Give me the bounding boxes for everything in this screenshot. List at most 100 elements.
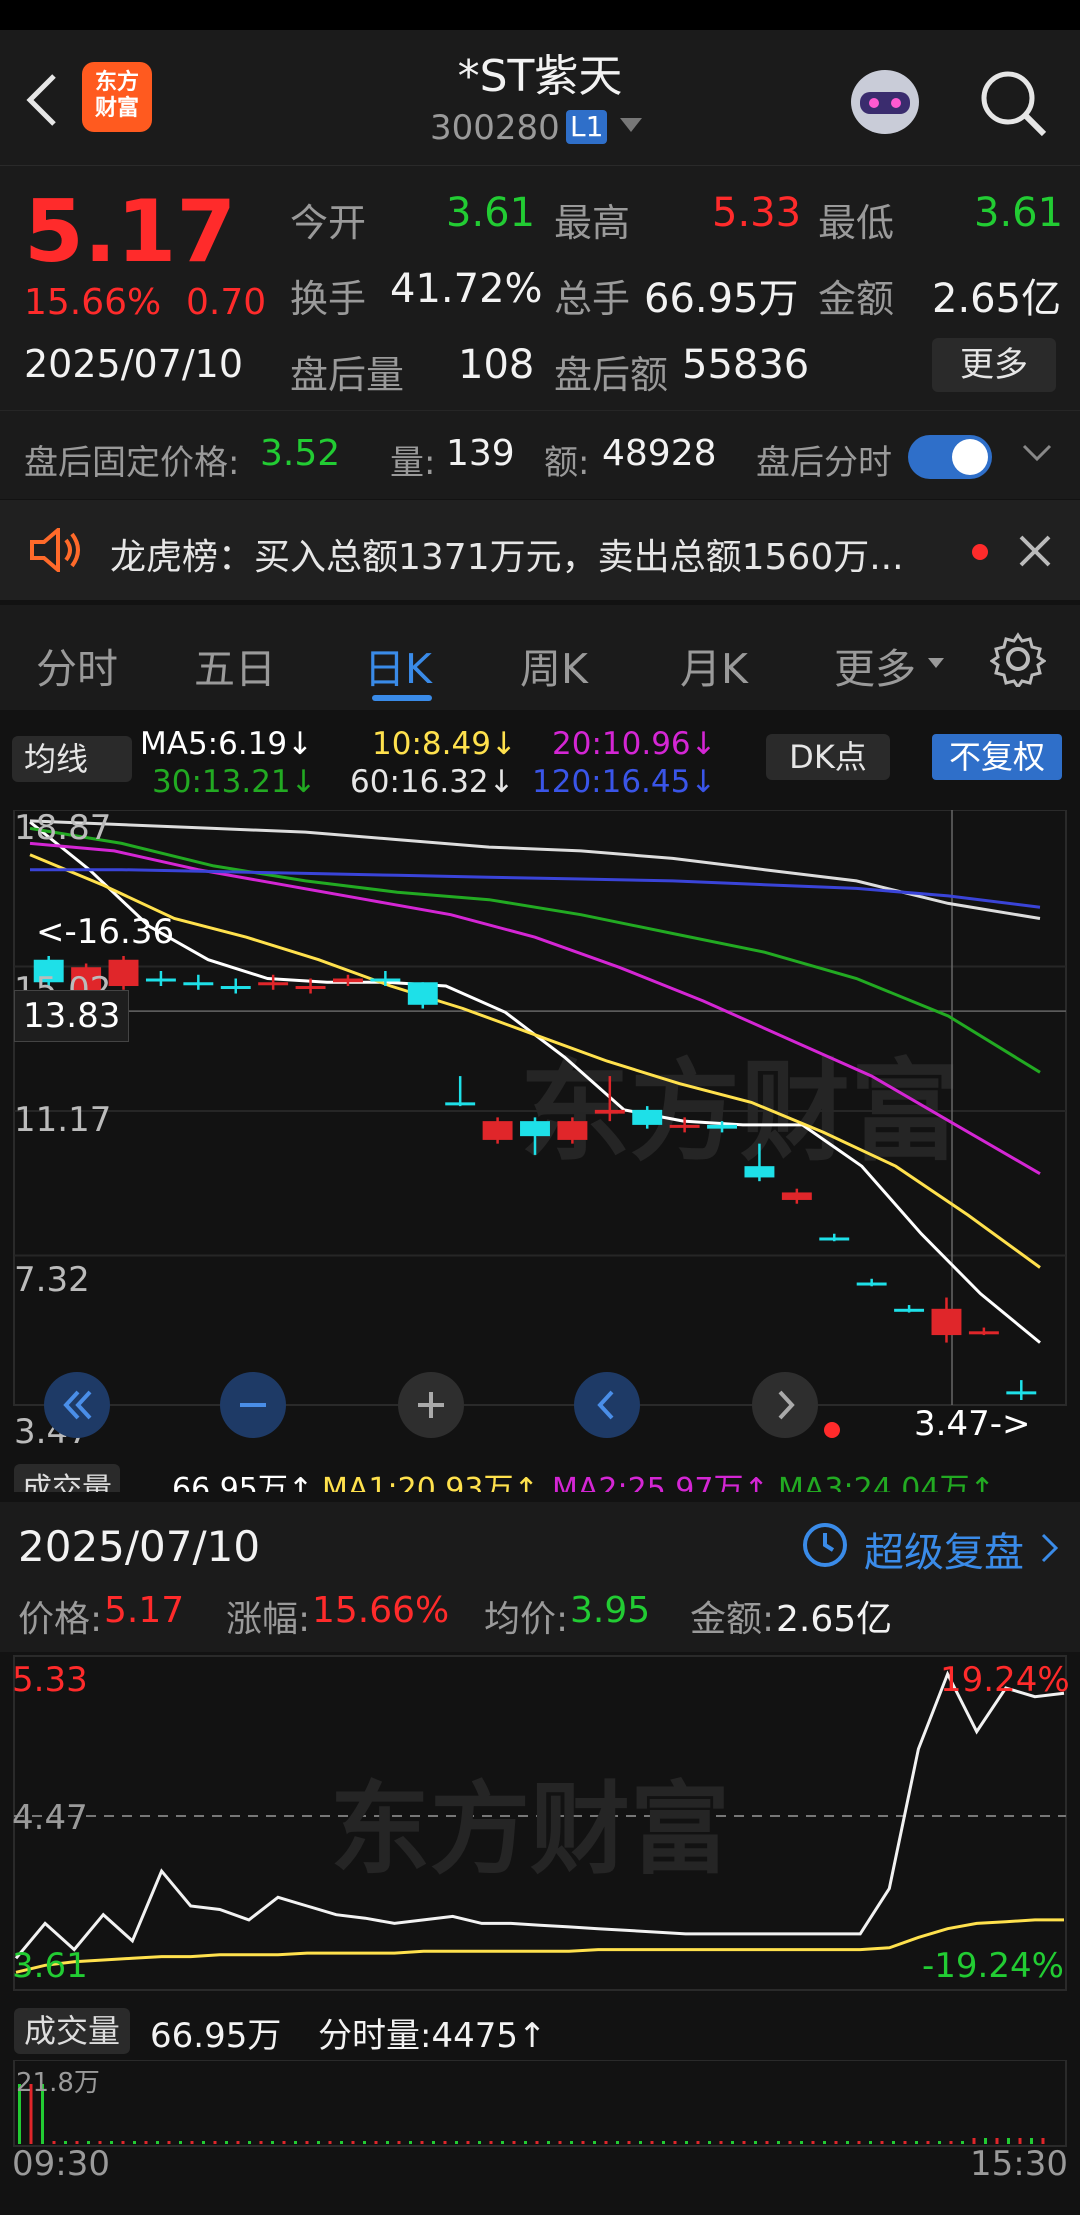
- high-marker: <-16.36: [36, 912, 175, 952]
- volume-bar: [305, 2141, 309, 2144]
- intraday-avg: 3.95: [570, 1590, 651, 1631]
- intraday-date: 2025/07/10: [18, 1522, 261, 1571]
- candle-body[interactable]: [594, 1109, 625, 1114]
- candle-body[interactable]: [744, 1166, 775, 1178]
- volume-bar: [570, 2141, 573, 2144]
- after-amount-label: 盘后额: [554, 353, 669, 397]
- volume-bar: [524, 2141, 527, 2144]
- volume-bar: [133, 2141, 136, 2144]
- candle-body[interactable]: [482, 1121, 513, 1140]
- candle-body[interactable]: [632, 1109, 663, 1125]
- candle-body[interactable]: [968, 1331, 999, 1335]
- volume-bar: [926, 2141, 930, 2144]
- candle-body[interactable]: [183, 982, 214, 986]
- intraday-volume-selector[interactable]: 成交量: [14, 2008, 131, 2054]
- tab-more[interactable]: 更多: [834, 635, 916, 695]
- candle-body[interactable]: [781, 1192, 812, 1200]
- volume-bar: [202, 2141, 205, 2144]
- adjust-button[interactable]: 不复权: [932, 734, 1062, 780]
- volume-bar: [788, 2141, 792, 2144]
- chevron-down-icon[interactable]: [1022, 443, 1052, 467]
- kline-tick-3: 7.32: [14, 1260, 90, 1300]
- scroll-start-button[interactable]: [44, 1372, 110, 1438]
- candle-body[interactable]: [333, 978, 363, 983]
- candle-body[interactable]: [407, 982, 438, 1005]
- volume-bar: [777, 2141, 780, 2144]
- volume-bar: [765, 2141, 769, 2144]
- close-icon[interactable]: [1018, 534, 1052, 572]
- candle-body[interactable]: [295, 986, 326, 990]
- back-icon[interactable]: [22, 70, 62, 130]
- volume-bar: [558, 2141, 562, 2144]
- tab-monthly-k[interactable]: 月K: [680, 635, 748, 695]
- intraday-y-top: 5.33: [12, 1660, 88, 1700]
- notice-bar[interactable]: 龙虎榜：买入总额1371万元，卖出总额1560万...: [0, 500, 1080, 600]
- candle-body[interactable]: [445, 1102, 476, 1106]
- intraday-tick-volume: 分时量:4475↑: [318, 2016, 547, 2056]
- after-hours-toggle[interactable]: [908, 435, 992, 479]
- volume-bar: [869, 2141, 872, 2144]
- candle-body[interactable]: [931, 1308, 962, 1336]
- dk-point-button[interactable]: DK点: [766, 734, 890, 780]
- volume-bar: [823, 2141, 826, 2144]
- zoom-in-button[interactable]: [398, 1372, 464, 1438]
- tab-weekly-k[interactable]: 周K: [520, 635, 588, 695]
- candle-body[interactable]: [258, 982, 289, 986]
- more-button[interactable]: 更多: [932, 338, 1056, 392]
- volume-bar: [501, 2141, 504, 2144]
- tab-intraday[interactable]: 分时: [36, 635, 118, 695]
- kline-svg[interactable]: 东方财富: [0, 810, 1080, 1410]
- tab-daily-k[interactable]: 日K: [364, 635, 432, 695]
- volume-bar: [754, 2141, 757, 2144]
- kline-chart-panel[interactable]: 均线 MA5:6.19↓ 10:8.49↓ 20:10.96↓ 30:13.21…: [0, 712, 1080, 1492]
- volume-bar: [719, 2141, 723, 2144]
- volume-bar: [581, 2141, 585, 2144]
- volume-bar: [892, 2141, 895, 2144]
- candle-body[interactable]: [520, 1121, 550, 1137]
- super-replay-link[interactable]: 超级复盘: [864, 1520, 1024, 1578]
- volume-bar: [386, 2141, 389, 2144]
- candle-body[interactable]: [669, 1124, 700, 1128]
- candle-body[interactable]: [856, 1282, 887, 1286]
- candle-body[interactable]: [1006, 1391, 1037, 1395]
- intraday-volume-svg: [13, 2060, 1067, 2147]
- tab-more-caret-icon: [928, 655, 944, 674]
- volume-bar: [478, 2141, 481, 2144]
- chevron-right-icon[interactable]: [1040, 1532, 1060, 1568]
- candle-body[interactable]: [370, 978, 401, 982]
- quote-date: 2025/07/10: [24, 342, 244, 386]
- time-end: 15:30: [970, 2144, 1068, 2184]
- search-icon[interactable]: [978, 68, 1048, 142]
- candle-body[interactable]: [108, 959, 139, 987]
- level-badge: L1: [566, 110, 608, 144]
- volume-bar: [662, 2141, 665, 2144]
- after-volume-value: 108: [458, 342, 535, 388]
- candle-body[interactable]: [894, 1308, 925, 1312]
- candle-body[interactable]: [707, 1124, 737, 1129]
- replay-icon[interactable]: [800, 1520, 850, 1574]
- candle-body[interactable]: [220, 986, 251, 990]
- candle-body[interactable]: [145, 978, 176, 982]
- ma120-value: 120:16.45↓: [532, 764, 717, 800]
- intraday-avg-label: 均价:: [484, 1599, 569, 1640]
- volume-bar: [374, 2141, 378, 2144]
- zoom-out-button[interactable]: [220, 1372, 286, 1438]
- dropdown-icon[interactable]: [620, 118, 642, 138]
- unread-dot: [972, 544, 988, 560]
- volume-selector[interactable]: 成交量: [14, 1464, 120, 1492]
- volume-bar: [190, 2141, 194, 2144]
- robot-assistant-icon[interactable]: [842, 58, 928, 144]
- intraday-svg[interactable]: 东方财富: [0, 1654, 1080, 1994]
- tab-five-day[interactable]: 五日: [194, 635, 276, 695]
- gear-icon[interactable]: [989, 631, 1047, 691]
- app-logo: 东方 财富: [82, 62, 152, 132]
- volume-bar: [616, 2141, 619, 2144]
- time-start: 09:30: [12, 2144, 110, 2184]
- candle-body[interactable]: [819, 1237, 850, 1241]
- volume-ma3: MA3:24.04万↑: [778, 1472, 995, 1492]
- scroll-right-button[interactable]: [752, 1372, 818, 1438]
- ma-selector[interactable]: 均线: [12, 736, 132, 782]
- volume-indicator-bar: 成交量 66.95万↑ MA1:20.93万↑ MA2:25.97万↑ MA3:…: [0, 1456, 1080, 1492]
- scroll-left-button[interactable]: [574, 1372, 640, 1438]
- candle-body[interactable]: [557, 1121, 588, 1140]
